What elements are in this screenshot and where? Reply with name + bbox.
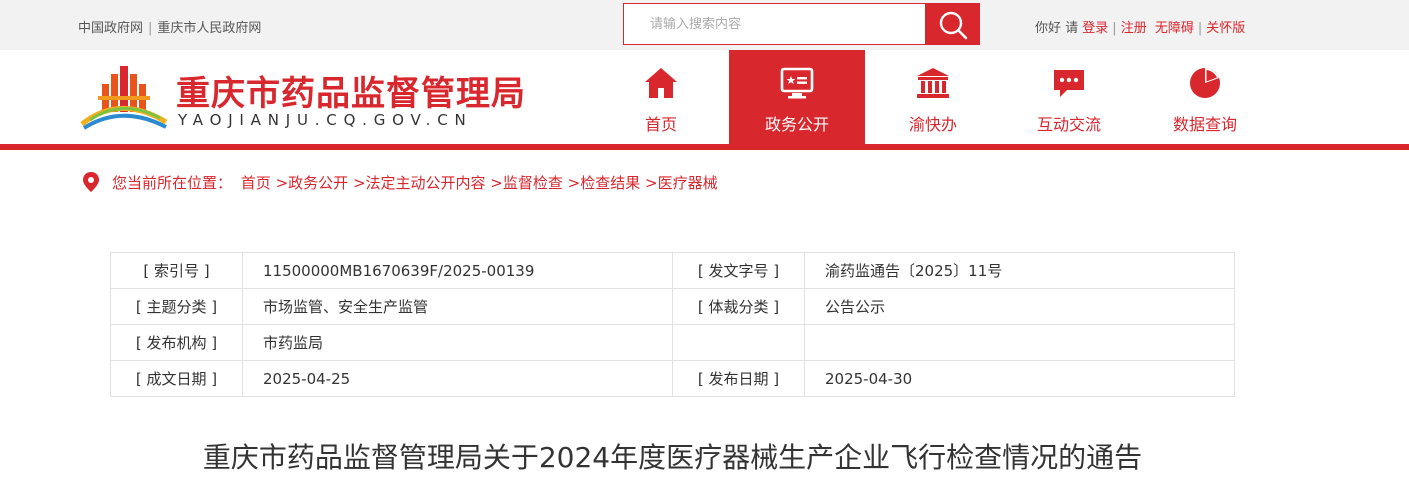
table-row: [ 索引号 ] 11500000MB1670639F/2025-00139 [ … [110,252,1235,289]
divider: | [148,21,153,36]
meta-value: 公告公示 [804,288,1235,325]
nav-item-yukuaiban[interactable]: 渝快办 [865,50,1001,144]
nav-label: 渝快办 [908,115,957,134]
search-icon [939,11,968,40]
link-chongqing-gov[interactable]: 重庆市人民政府网 [157,21,261,36]
meta-key: [ 索引号 ] [110,252,243,289]
document-meta-table: [ 索引号 ] 11500000MB1670639F/2025-00139 [ … [110,252,1235,397]
search-box [623,3,980,45]
divider: | [1197,21,1203,36]
chat-icon [1054,70,1084,97]
login-link[interactable]: 登录 [1082,21,1108,36]
nav-label: 数据查询 [1172,115,1237,134]
meta-value: 市药监局 [242,324,673,361]
site-header: 重庆市药品监督管理局 YAOJIANJU.CQ.GOV.CN 首页 政务公开 渝… [0,50,1409,144]
header-divider [0,144,1409,150]
meta-key: [ 发布日期 ] [672,360,805,397]
divider: | [1112,21,1117,36]
nav-item-data-query[interactable]: 数据查询 [1137,50,1273,144]
accessibility-link[interactable]: 无障碍 [1155,21,1194,36]
meta-key: [ 发文字号 ] [672,252,805,289]
site-domain: YAOJIANJU.CQ.GOV.CN [178,111,473,129]
breadcrumb-gov-affairs[interactable]: 政务公开 [288,174,348,192]
breadcrumb-home[interactable]: 首页 [241,174,271,192]
search-button[interactable] [925,3,980,45]
meta-key: [ 体裁分类 ] [672,288,805,325]
nav-label: 政务公开 [764,115,829,134]
meta-key: [ 成文日期 ] [110,360,243,397]
user-links: 你好 请 登录 | 注册 无障碍 | 关怀版 [1035,17,1245,36]
breadcrumb-results[interactable]: 检查结果 [580,174,640,192]
table-row: [ 成文日期 ] 2025-04-25 [ 发布日期 ] 2025-04-30 [110,360,1235,397]
meta-value: 11500000MB1670639F/2025-00139 [242,252,673,289]
table-row: [ 发布机构 ] 市药监局 [110,324,1235,361]
table-row: [ 主题分类 ] 市场监管、安全生产监管 [ 体裁分类 ] 公告公示 [110,288,1235,325]
meta-value: 渝药监通告〔2025〕11号 [804,252,1235,289]
meta-key [672,324,805,361]
elder-mode-link[interactable]: 关怀版 [1206,21,1245,36]
meta-key: [ 主题分类 ] [110,288,243,325]
breadcrumb-prefix: 您当前所在位置： [112,174,233,192]
pie-chart-icon [1190,68,1220,98]
site-title[interactable]: 重庆市药品监督管理局 [176,66,526,115]
nav-item-home[interactable]: 首页 [593,50,729,144]
greeting-text: 你好 请 [1035,21,1079,36]
breadcrumb-medical-devices[interactable]: 医疗器械 [658,174,718,192]
breadcrumb-statutory[interactable]: 法定主动公开内容 [366,174,486,192]
document-title: 重庆市药品监督管理局关于2024年度医疗器械生产企业飞行检查情况的通告 [202,441,1143,474]
breadcrumb-supervision[interactable]: 监督检查 [503,174,563,192]
external-links: 中国政府网 | 重庆市人民政府网 [78,17,261,36]
government-building-icon [917,68,949,98]
meta-value: 市场监管、安全生产监管 [242,288,673,325]
register-link[interactable]: 注册 [1121,21,1147,36]
home-icon [645,68,677,98]
location-pin-icon [83,172,99,192]
meta-key: [ 发布机构 ] [110,324,243,361]
search-input[interactable] [623,3,925,45]
nav-item-gov-affairs[interactable]: 政务公开 [729,50,865,144]
nav-item-interaction[interactable]: 互动交流 [1001,50,1137,144]
nav-label: 互动交流 [1036,115,1101,134]
nav-label: 首页 [644,115,677,134]
meta-value: 2025-04-25 [242,360,673,397]
link-china-gov[interactable]: 中国政府网 [78,21,143,36]
meta-value: 2025-04-30 [804,360,1235,397]
meta-value [804,324,1235,361]
top-utility-bar: 中国政府网|重庆市人民政府网 你好 请 登录|注册 无障碍|关怀版 [0,0,1409,50]
logo-emblem-icon[interactable] [80,64,168,130]
monitor-star-icon [780,67,814,99]
